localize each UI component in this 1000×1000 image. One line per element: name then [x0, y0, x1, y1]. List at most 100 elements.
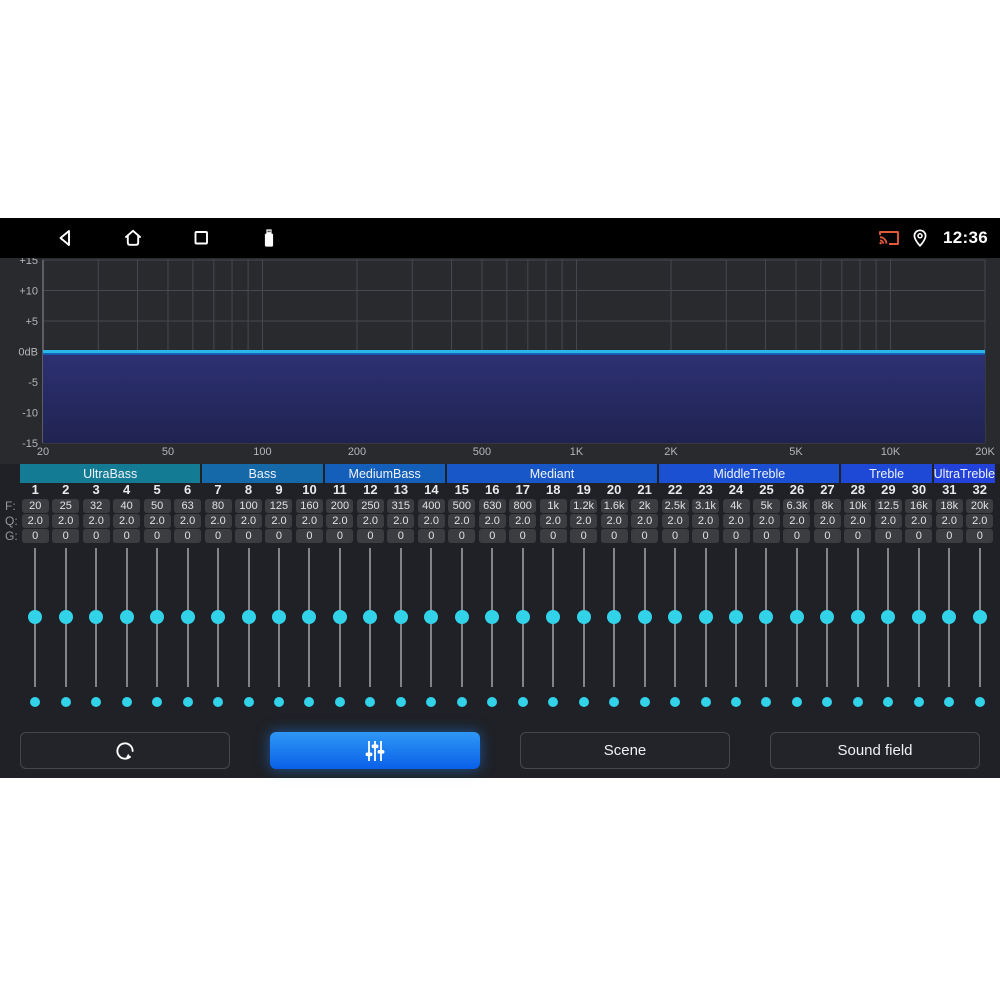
gain-slider[interactable] [27, 548, 43, 687]
f-value-cell[interactable]: 1.2k [570, 499, 598, 513]
f-value-cell[interactable]: 8k [813, 499, 841, 513]
q-value-cell[interactable]: 2.0 [966, 514, 994, 528]
g-value-cell[interactable]: 0 [874, 529, 902, 543]
slider-knob[interactable] [150, 610, 165, 624]
g-value-cell[interactable]: 0 [235, 529, 263, 543]
slider-knob[interactable] [424, 610, 439, 624]
slider-knob[interactable] [58, 610, 73, 624]
slider-knob[interactable] [241, 610, 256, 624]
channel-dot[interactable] [700, 697, 711, 707]
gain-slider[interactable] [789, 548, 805, 687]
channel-dot[interactable] [182, 697, 193, 707]
g-value-cell[interactable]: 0 [52, 529, 80, 543]
gain-slider[interactable] [241, 548, 257, 687]
slider-knob[interactable] [546, 610, 561, 624]
q-value-cell[interactable]: 2.0 [265, 514, 293, 528]
q-value-cell[interactable]: 2.0 [631, 514, 659, 528]
q-value-cell[interactable]: 2.0 [82, 514, 110, 528]
channel-dot[interactable] [213, 697, 224, 707]
g-value-cell[interactable]: 0 [417, 529, 445, 543]
g-value-cell[interactable]: 0 [509, 529, 537, 543]
q-value-cell[interactable]: 2.0 [295, 514, 323, 528]
slider-knob[interactable] [881, 610, 896, 624]
slider-knob[interactable] [607, 610, 622, 624]
q-value-cell[interactable]: 2.0 [722, 514, 750, 528]
slider-knob[interactable] [820, 610, 835, 624]
channel-dot[interactable] [913, 697, 924, 707]
slider-knob[interactable] [576, 610, 591, 624]
g-value-cell[interactable]: 0 [387, 529, 415, 543]
sound-field-button[interactable]: Sound field [770, 732, 980, 769]
f-value-cell[interactable]: 80 [204, 499, 232, 513]
q-value-cell[interactable]: 2.0 [235, 514, 263, 528]
f-value-cell[interactable]: 20k [966, 499, 994, 513]
f-value-cell[interactable]: 630 [478, 499, 506, 513]
f-value-cell[interactable]: 125 [265, 499, 293, 513]
g-value-cell[interactable]: 0 [722, 529, 750, 543]
g-value-cell[interactable]: 0 [113, 529, 141, 543]
g-value-cell[interactable]: 0 [600, 529, 628, 543]
g-value-cell[interactable]: 0 [661, 529, 689, 543]
f-value-cell[interactable]: 5k [752, 499, 780, 513]
f-value-cell[interactable]: 10k [844, 499, 872, 513]
gain-slider[interactable] [58, 548, 74, 687]
q-value-cell[interactable]: 2.0 [387, 514, 415, 528]
f-value-cell[interactable]: 3.1k [692, 499, 720, 513]
g-value-cell[interactable]: 0 [448, 529, 476, 543]
channel-dot[interactable] [426, 697, 437, 707]
q-value-cell[interactable]: 2.0 [874, 514, 902, 528]
gain-slider[interactable] [545, 548, 561, 687]
f-value-cell[interactable]: 1k [539, 499, 567, 513]
gain-slider[interactable] [728, 548, 744, 687]
gain-slider[interactable] [362, 548, 378, 687]
g-value-cell[interactable]: 0 [326, 529, 354, 543]
f-value-cell[interactable]: 500 [448, 499, 476, 513]
gain-slider[interactable] [423, 548, 439, 687]
g-value-cell[interactable]: 0 [813, 529, 841, 543]
gain-slider[interactable] [880, 548, 896, 687]
gain-slider[interactable] [972, 548, 988, 687]
gain-slider[interactable] [637, 548, 653, 687]
slider-knob[interactable] [759, 610, 774, 624]
gain-slider[interactable] [911, 548, 927, 687]
slider-knob[interactable] [485, 610, 500, 624]
slider-knob[interactable] [271, 610, 286, 624]
f-value-cell[interactable]: 6.3k [783, 499, 811, 513]
f-value-cell[interactable]: 800 [509, 499, 537, 513]
channel-dot[interactable] [152, 697, 163, 707]
g-value-cell[interactable]: 0 [265, 529, 293, 543]
g-value-cell[interactable]: 0 [844, 529, 872, 543]
g-value-cell[interactable]: 0 [692, 529, 720, 543]
channel-dot[interactable] [944, 697, 955, 707]
channel-dot[interactable] [91, 697, 102, 707]
gain-slider[interactable] [515, 548, 531, 687]
channel-dot[interactable] [883, 697, 894, 707]
q-value-cell[interactable]: 2.0 [21, 514, 49, 528]
channel-dot[interactable] [761, 697, 772, 707]
gain-slider[interactable] [454, 548, 470, 687]
g-value-cell[interactable]: 0 [356, 529, 384, 543]
g-value-cell[interactable]: 0 [905, 529, 933, 543]
gain-slider[interactable] [667, 548, 683, 687]
g-value-cell[interactable]: 0 [935, 529, 963, 543]
g-value-cell[interactable]: 0 [295, 529, 323, 543]
f-value-cell[interactable]: 12.5 [874, 499, 902, 513]
q-value-cell[interactable]: 2.0 [935, 514, 963, 528]
g-value-cell[interactable]: 0 [570, 529, 598, 543]
channel-dot[interactable] [487, 697, 498, 707]
g-value-cell[interactable]: 0 [82, 529, 110, 543]
gain-slider[interactable] [301, 548, 317, 687]
channel-dot[interactable] [639, 697, 650, 707]
slider-knob[interactable] [850, 610, 865, 624]
f-value-cell[interactable]: 315 [387, 499, 415, 513]
q-value-cell[interactable]: 2.0 [356, 514, 384, 528]
gain-slider[interactable] [606, 548, 622, 687]
q-value-cell[interactable]: 2.0 [174, 514, 202, 528]
f-value-cell[interactable]: 16k [905, 499, 933, 513]
g-value-cell[interactable]: 0 [204, 529, 232, 543]
gain-slider[interactable] [149, 548, 165, 687]
channel-dot[interactable] [517, 697, 528, 707]
channel-dot[interactable] [334, 697, 345, 707]
slider-knob[interactable] [454, 610, 469, 624]
f-value-cell[interactable]: 1.6k [600, 499, 628, 513]
